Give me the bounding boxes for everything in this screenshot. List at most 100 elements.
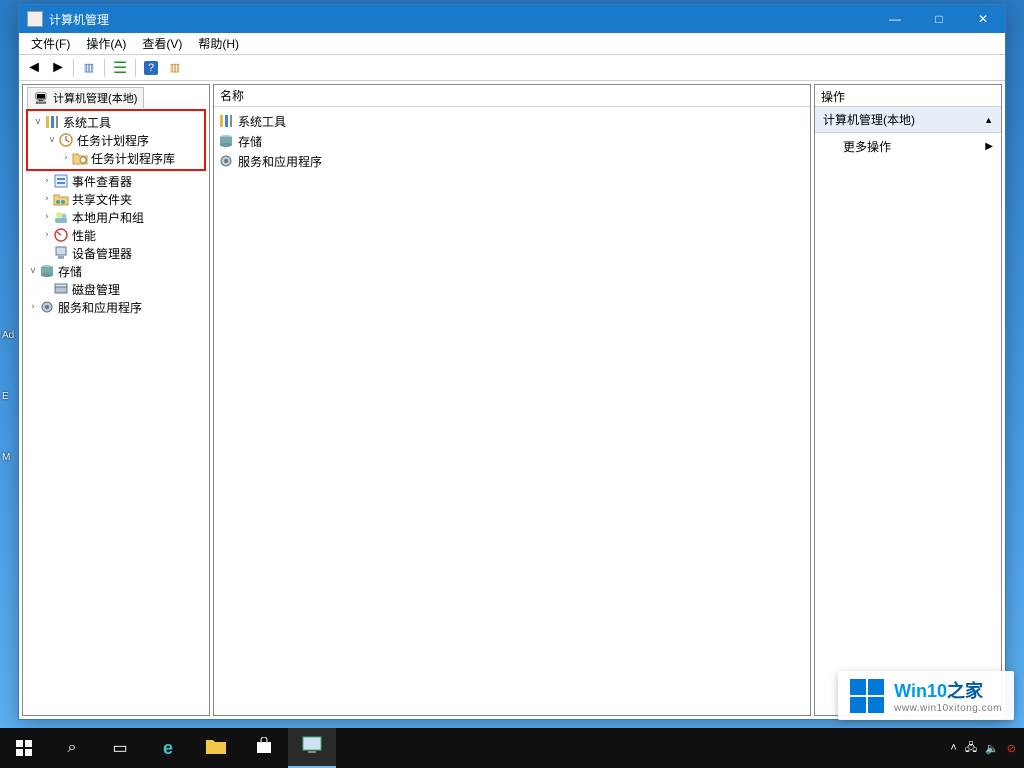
column-header-name[interactable]: 名称 (214, 85, 810, 107)
network-icon[interactable]: 🖧 (965, 739, 977, 758)
minimize-button[interactable]: — (873, 5, 917, 33)
start-button[interactable] (0, 728, 48, 768)
mmc-icon (302, 736, 322, 759)
tree-node-device-manager[interactable]: 设备管理器 (25, 244, 207, 262)
separator (135, 59, 136, 77)
back-button[interactable]: ◄ (23, 57, 45, 79)
volume-icon[interactable]: 🔈 (985, 742, 999, 755)
menu-action[interactable]: 操作(A) (78, 33, 134, 54)
storage-icon (39, 263, 55, 279)
shared-folder-icon (53, 191, 69, 207)
blocked-icon[interactable]: ⊘ (1007, 742, 1016, 755)
tools-icon (218, 113, 234, 129)
arrow-left-icon: ◄ (26, 59, 42, 77)
users-icon (53, 209, 69, 225)
disk-icon (53, 281, 69, 297)
properties-icon: ☰ (113, 58, 127, 78)
more-actions-item[interactable]: 更多操作 ▶ (815, 133, 1001, 160)
submenu-arrow-icon: ▶ (985, 141, 993, 152)
tree-node-task-scheduler-library[interactable]: › 任务计划程序库 (30, 149, 202, 167)
tree-node-shared-folders[interactable]: › 共享文件夹 (25, 190, 207, 208)
window-title: 计算机管理 (49, 11, 873, 28)
file-explorer-button[interactable] (192, 728, 240, 768)
computer-management-window: 计算机管理 — □ ✕ 文件(F) 操作(A) 查看(V) 帮助(H) ◄ ► … (18, 4, 1006, 720)
watermark: Win10之家 www.win10xitong.com (838, 671, 1014, 720)
windows-logo-icon (850, 679, 884, 713)
expand-icon[interactable]: › (41, 176, 53, 186)
content-area: 🖥 计算机管理(本地) v 系统工具 v 任务计划程序 › (19, 81, 1005, 719)
arrow-right-icon: ► (50, 59, 66, 77)
menu-view[interactable]: 查看(V) (134, 33, 190, 54)
folder-icon (206, 738, 226, 759)
tray-chevron-icon[interactable]: ˄ (950, 742, 956, 754)
tree-node-disk-management[interactable]: 磁盘管理 (25, 280, 207, 298)
help-button[interactable]: ? (140, 57, 162, 79)
watermark-brand: Win10之家 (894, 681, 983, 701)
search-button[interactable]: ⌕ (48, 728, 96, 768)
store-icon (255, 737, 273, 760)
menubar: 文件(F) 操作(A) 查看(V) 帮助(H) (19, 33, 1005, 55)
properties-button[interactable]: ☰ (109, 57, 131, 79)
collapse-icon[interactable]: v (27, 266, 39, 276)
app-icon (27, 11, 43, 27)
task-view-button[interactable]: ▭ (96, 728, 144, 768)
tree-node-local-users-groups[interactable]: › 本地用户和组 (25, 208, 207, 226)
folder-clock-icon (72, 150, 88, 166)
list-item[interactable]: 服务和应用程序 (218, 151, 806, 171)
maximize-button[interactable]: □ (917, 5, 961, 33)
desktop-icon-labels: Ad E M (2, 330, 14, 513)
clock-icon (58, 132, 74, 148)
tree-root-node[interactable]: 🖥 计算机管理(本地) (27, 87, 144, 108)
tree-node-task-scheduler[interactable]: v 任务计划程序 (30, 131, 202, 149)
tools-icon (44, 114, 60, 130)
expand-icon[interactable]: › (27, 302, 39, 312)
toolbar: ◄ ► ▥ ☰ ? ▥ (19, 55, 1005, 81)
collapse-section-icon[interactable]: ▲ (984, 115, 993, 125)
actions-context-label[interactable]: 计算机管理(本地) ▲ (815, 107, 1001, 133)
tree-node-performance[interactable]: › 性能 (25, 226, 207, 244)
collapse-icon[interactable]: v (32, 117, 44, 127)
taskbar[interactable]: ⌕ ▭ e ˄ 🖧 🔈 ⊘ (0, 728, 1024, 768)
computer-management-taskbar-button[interactable] (288, 728, 336, 768)
tree-node-system-tools[interactable]: v 系统工具 (30, 113, 202, 131)
storage-icon (218, 133, 234, 149)
expand-icon[interactable]: › (41, 212, 53, 222)
annotation-highlight: v 系统工具 v 任务计划程序 › 任务计划程序库 (26, 109, 206, 171)
separator (104, 59, 105, 77)
action-pane-icon: ▥ (170, 61, 180, 74)
close-button[interactable]: ✕ (961, 5, 1005, 33)
tree-node-event-viewer[interactable]: › 事件查看器 (25, 172, 207, 190)
edge-button[interactable]: e (144, 728, 192, 768)
computer-management-icon: 🖥 (34, 93, 48, 105)
system-tray[interactable]: ˄ 🖧 🔈 ⊘ (950, 739, 1024, 758)
list-item[interactable]: 系统工具 (218, 111, 806, 131)
task-view-icon: ▭ (112, 738, 127, 758)
titlebar[interactable]: 计算机管理 — □ ✕ (19, 5, 1005, 33)
list-item[interactable]: 存储 (218, 131, 806, 151)
services-icon (218, 153, 234, 169)
tree-pane-icon: ▥ (84, 61, 94, 74)
watermark-url: www.win10xitong.com (894, 703, 1002, 714)
tree-node-services-apps[interactable]: › 服务和应用程序 (25, 298, 207, 316)
store-button[interactable] (240, 728, 288, 768)
actions-header: 操作 (815, 85, 1001, 107)
collapse-icon[interactable]: v (46, 135, 58, 145)
forward-button[interactable]: ► (47, 57, 69, 79)
actions-pane: 操作 计算机管理(本地) ▲ 更多操作 ▶ (814, 84, 1002, 716)
menu-file[interactable]: 文件(F) (23, 33, 78, 54)
expand-icon[interactable]: › (41, 194, 53, 204)
performance-icon (53, 227, 69, 243)
search-icon: ⌕ (68, 739, 77, 757)
action-pane-button[interactable]: ▥ (164, 57, 186, 79)
separator (73, 59, 74, 77)
edge-icon: e (163, 738, 173, 759)
tree-node-storage[interactable]: v 存储 (25, 262, 207, 280)
tree-pane: 🖥 计算机管理(本地) v 系统工具 v 任务计划程序 › (22, 84, 210, 716)
device-manager-icon (53, 245, 69, 261)
menu-help[interactable]: 帮助(H) (190, 33, 247, 54)
show-hide-tree-button[interactable]: ▥ (78, 57, 100, 79)
list-pane: 名称 系统工具 存储 服务和应用程序 (213, 84, 811, 716)
expand-icon[interactable]: › (41, 230, 53, 240)
help-icon: ? (144, 61, 158, 75)
expand-icon[interactable]: › (60, 153, 72, 163)
